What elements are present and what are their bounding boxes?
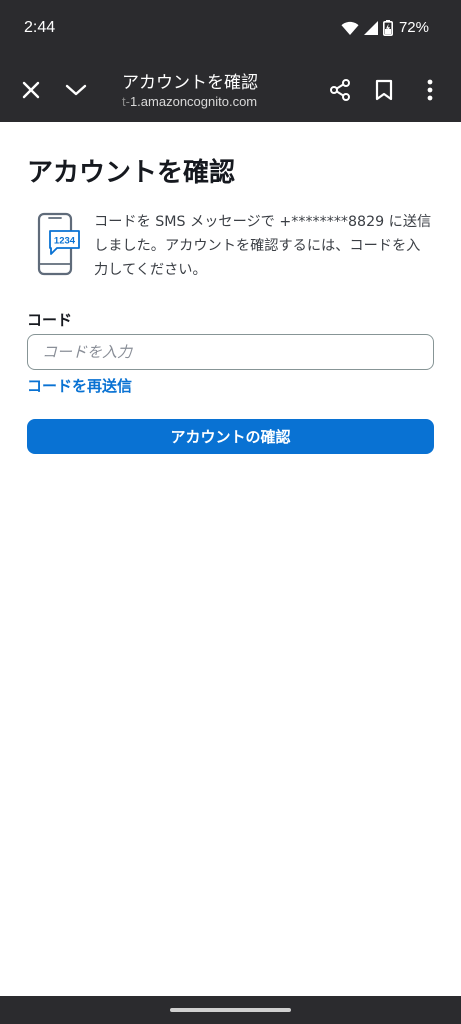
sms-message: コードを SMS メッセージで +********8829 に送信しました。アカ… [94, 214, 432, 278]
battery-percentage: 72% [398, 19, 429, 36]
gesture-handle[interactable] [170, 1008, 291, 1012]
code-label: コード [27, 311, 73, 329]
toolbar-title: アカウントを確認 [122, 73, 258, 93]
battery-charging-icon [382, 19, 393, 36]
bookmark-icon[interactable] [368, 74, 400, 106]
resend-code-link[interactable]: コードを再送信 [27, 375, 132, 396]
chevron-down-icon[interactable] [60, 74, 92, 106]
more-vert-icon[interactable] [414, 74, 446, 106]
page-title: アカウントを確認 [27, 158, 236, 188]
url-prefix: t- [122, 94, 130, 109]
url-domain: 1.amazoncognito.com [129, 94, 258, 109]
status-bar: 2:44 72% [0, 0, 461, 58]
status-time: 2:44 [24, 19, 56, 36]
code-input[interactable] [27, 334, 434, 370]
status-icons: 72% [341, 19, 429, 36]
share-icon[interactable] [324, 74, 356, 106]
navigation-bar [0, 996, 461, 1024]
close-icon[interactable] [15, 74, 47, 106]
wifi-icon [341, 21, 359, 35]
phone-sms-icon: 1234 [37, 212, 80, 276]
browser-toolbar: アカウントを確認 t-1.amazoncognito.com [0, 58, 461, 122]
cell-signal-icon [363, 20, 378, 35]
sms-notice: 1234 コードを SMS メッセージで +********8829 に送信しま… [27, 207, 434, 287]
toolbar-url[interactable]: t-1.amazoncognito.com [122, 94, 257, 109]
confirm-account-button[interactable]: アカウントの確認 [27, 419, 434, 454]
phone-icon-code: 1234 [54, 236, 76, 247]
